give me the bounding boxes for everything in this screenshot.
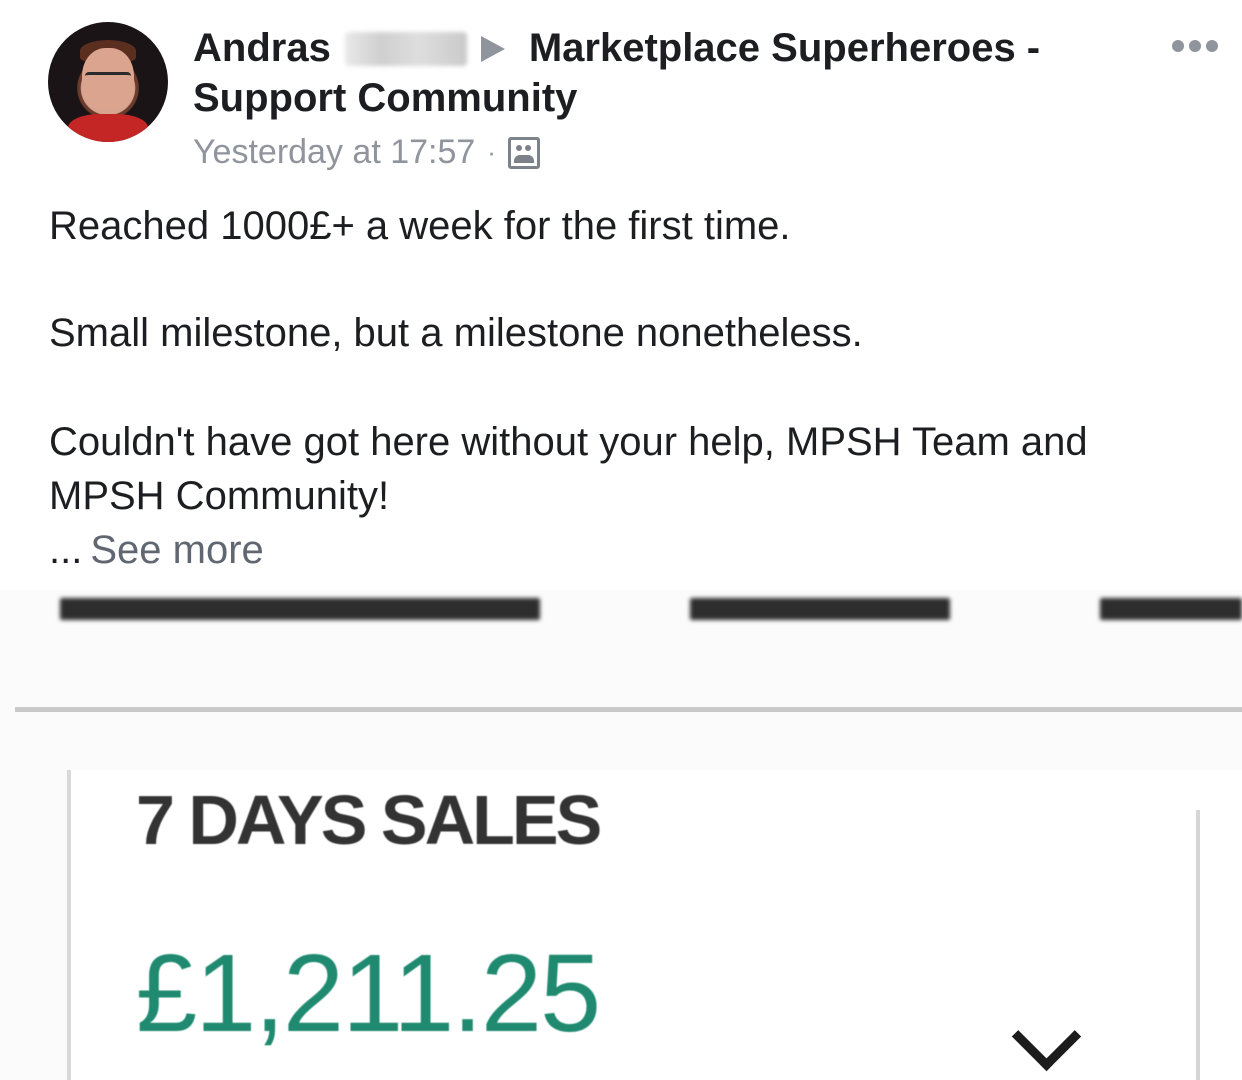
post-meta: Yesterday at 17:57 · xyxy=(193,133,540,172)
avatar-shirt xyxy=(68,114,148,142)
post-text-line: MPSH Community! xyxy=(49,474,390,518)
more-dot xyxy=(1172,40,1184,52)
post-text-line: Couldn't have got here without your help… xyxy=(49,420,1088,464)
post-header: Andras Marketplace Superheroes - xyxy=(193,26,1040,71)
screenshot-divider xyxy=(15,707,1242,712)
more-dot xyxy=(1206,40,1218,52)
sales-card-value: £1,211.25 xyxy=(136,932,601,1055)
see-more: ... See more xyxy=(49,528,264,573)
author-avatar[interactable] xyxy=(48,22,168,142)
group-name-line2[interactable]: Support Community xyxy=(193,76,577,121)
post-text-line: Reached 1000£+ a week for the first time… xyxy=(49,204,791,248)
meta-separator: · xyxy=(487,137,496,167)
post-timestamp[interactable]: Yesterday at 17:57 xyxy=(193,133,475,172)
more-dot xyxy=(1189,40,1201,52)
author-name[interactable]: Andras xyxy=(193,26,331,71)
group-name-line1[interactable]: Marketplace Superheroes - xyxy=(529,26,1040,71)
card-right-border xyxy=(1196,810,1200,1080)
blurred-tab-text xyxy=(1100,598,1242,620)
sales-card-title: 7 DAYS SALES xyxy=(136,781,602,859)
blurred-tab-text xyxy=(690,598,950,620)
see-more-ellipsis: ... xyxy=(49,528,83,572)
arrow-icon xyxy=(480,35,505,62)
see-more-link[interactable]: See more xyxy=(90,528,263,572)
more-options-icon[interactable] xyxy=(1172,40,1218,52)
avatar-glasses xyxy=(85,72,131,87)
blurred-tab-text xyxy=(60,598,540,620)
author-lastname-blurred xyxy=(344,31,467,66)
group-icon xyxy=(507,136,540,169)
post-text-line: Small milestone, but a milestone nonethe… xyxy=(49,311,863,355)
